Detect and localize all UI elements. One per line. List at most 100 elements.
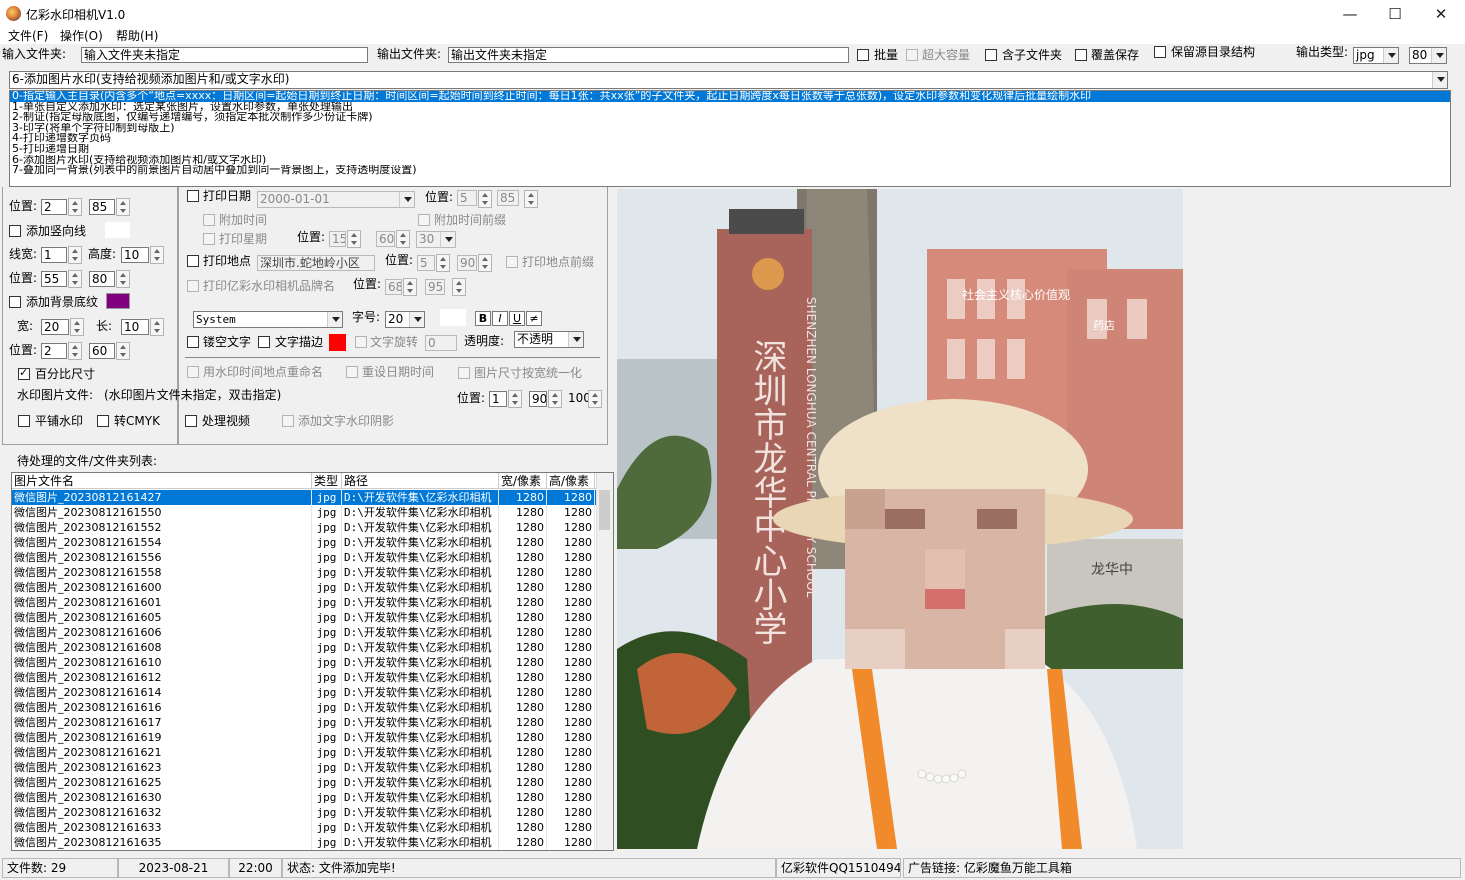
input-folder-field[interactable]: 输入文件夹未指定 [81,47,368,63]
pos1-x-spinner[interactable] [68,198,82,216]
add-time-checkbox[interactable] [203,214,215,226]
large-capacity-checkbox[interactable] [906,49,918,61]
close-icon[interactable]: ✕ [1418,0,1464,28]
col-height[interactable]: 高/像素 [547,473,595,489]
text-color-swatch[interactable] [440,309,466,326]
brand-pos-x-spinner[interactable] [403,278,417,296]
place-prefix-checkbox[interactable] [506,256,518,268]
cmyk-checkbox[interactable] [97,415,109,427]
rotate-checkbox[interactable] [355,336,367,348]
mode-option-6[interactable]: 6-添加图片水印(支持给视频添加图片和/或文字水印) [10,155,1450,166]
table-row[interactable]: 微信图片_20230812161633 jpg D:\开发软件集\亿彩水印相机 128… [12,820,597,835]
table-row[interactable]: 微信图片_20230812161625 jpg D:\开发软件集\亿彩水印相机 128… [12,775,597,790]
wm-pos-x-field[interactable]: 1 [489,391,507,407]
bg-length-field[interactable]: 10 [121,319,149,335]
bg-width-field[interactable]: 20 [41,319,69,335]
date-select[interactable]: 2000-01-01 [257,191,415,208]
pos3-y-spinner[interactable] [116,342,130,360]
time-prefix-checkbox[interactable] [418,214,430,226]
line-height-spinner[interactable] [150,246,164,264]
minimize-icon[interactable]: — [1327,0,1373,28]
date-pos-y-field[interactable]: 85 [497,190,519,206]
table-row[interactable]: 微信图片_20230812161616 jpg D:\开发软件集\亿彩水印相机 128… [12,700,597,715]
wm-scale-field[interactable]: 100 [566,391,588,407]
output-folder-field[interactable]: 输出文件夹未指定 [448,47,849,63]
overwrite-checkbox[interactable] [1075,49,1087,61]
table-row[interactable]: 微信图片_20230812161635 jpg D:\开发软件集\亿彩水印相机 128… [12,835,597,850]
week-pos-a-spinner[interactable] [347,230,361,248]
bg-width-spinner[interactable] [70,318,84,336]
mode-option-5[interactable]: 5-打印递增日期 [10,144,1450,155]
print-week-checkbox[interactable] [203,233,215,245]
line-width-spinner[interactable] [68,246,82,264]
wm-scale-spinner[interactable] [588,390,602,408]
print-brand-checkbox[interactable] [187,280,199,292]
hollow-text-checkbox[interactable] [187,336,199,348]
date-pos-x-spinner[interactable] [478,190,492,208]
bg-pattern-checkbox[interactable] [9,296,21,308]
week-pos-b-field[interactable]: 60 [376,231,395,247]
mode-option-3[interactable]: 3-印字(将单个字符印制到母版上) [10,123,1450,134]
wm-file-value[interactable]: (水印图片文件未指定，双击指定) [104,387,281,403]
status-ad-link[interactable]: 广告链接: 亿彩魔鱼万能工具箱 [903,858,1461,878]
opacity-select[interactable]: 不透明 [514,331,584,348]
menu-operate[interactable]: 操作(O) [60,28,103,44]
tile-checkbox[interactable] [18,415,30,427]
font-select[interactable]: System [193,311,343,328]
brand-pos-y-spinner[interactable] [452,278,466,296]
scrollbar-thumb[interactable] [599,490,610,530]
col-width[interactable]: 宽/像素 [499,473,547,489]
place-pos-y-spinner[interactable] [478,254,492,272]
table-row[interactable]: 微信图片_20230812161601 jpg D:\开发软件集\亿彩水印相机 128… [12,595,597,610]
wm-pos-y-field[interactable]: 90 [529,391,547,407]
table-row[interactable]: 微信图片_20230812161612 jpg D:\开发软件集\亿彩水印相机 128… [12,670,597,685]
pos1-x-field[interactable]: 2 [41,199,67,215]
outline-color-swatch[interactable] [329,334,346,351]
mode-option-7[interactable]: 7-叠加同一背景(列表中的前景图片自动居中叠加到同一背景图上，支持透明度设置) [10,165,1450,176]
place-field[interactable]: 深圳市.蛇地岭小区 [257,255,375,271]
menu-help[interactable]: 帮助(H) [116,28,158,44]
table-row[interactable]: 微信图片_20230812161617 jpg D:\开发软件集\亿彩水印相机 128… [12,715,597,730]
table-row[interactable]: 微信图片_20230812161552 jpg D:\开发软件集\亿彩水印相机 128… [12,520,597,535]
mode-option-2[interactable]: 2-制证(指定母版底图，仅编号递增编号，须指定本批次制作多少份证卡牌) [10,112,1450,123]
reset-date-checkbox[interactable] [346,366,358,378]
pos3-x-field[interactable]: 2 [41,343,67,359]
pos1-y-spinner[interactable] [116,198,130,216]
maximize-icon[interactable]: ☐ [1372,0,1418,28]
batch-checkbox[interactable] [857,49,869,61]
italic-button[interactable]: I [492,311,508,326]
print-date-checkbox[interactable] [187,190,199,202]
week-pos-a-field[interactable]: 15 [329,231,346,247]
pos2-y-field[interactable]: 80 [89,271,115,287]
table-row[interactable]: 微信图片_20230812161621 jpg D:\开发软件集\亿彩水印相机 128… [12,745,597,760]
mode-option-0[interactable]: 0-指定输入主目录(内含多个“地点=xxxx：日期区间=起始日期到终止日期：时间… [10,91,1450,102]
table-row[interactable]: 微信图片_20230812161610 jpg D:\开发软件集\亿彩水印相机 128… [12,655,597,670]
outline-checkbox[interactable] [258,336,270,348]
table-row[interactable]: 微信图片_20230812161427 jpg D:\开发软件集\亿彩水印相机 128… [12,490,597,505]
quality-select[interactable]: 80 [1409,47,1447,64]
rotate-field[interactable]: 0 [425,335,457,351]
bg-color-swatch[interactable] [106,293,130,309]
bold-button[interactable]: B [475,311,491,326]
video-checkbox[interactable] [185,415,197,427]
file-list-table[interactable]: 图片文件名 类型 路径 宽/像素 高/像素 微信图片_2023081216142… [11,472,614,851]
pos2-y-spinner[interactable] [116,270,130,288]
place-pos-x-field[interactable]: 5 [417,255,435,271]
shadow-checkbox[interactable] [282,415,294,427]
normalize-checkbox[interactable] [458,367,470,379]
strikeout-button[interactable]: ≠ [526,311,542,326]
week-pos-b-spinner[interactable] [396,230,410,248]
line-height-field[interactable]: 10 [121,247,149,263]
date-pos-y-spinner[interactable] [524,190,538,208]
underline-button[interactable]: U [509,311,525,326]
table-row[interactable]: 微信图片_20230812161556 jpg D:\开发软件集\亿彩水印相机 128… [12,550,597,565]
print-place-checkbox[interactable] [187,255,199,267]
col-filename[interactable]: 图片文件名 [12,473,312,489]
table-row[interactable]: 微信图片_20230812161608 jpg D:\开发软件集\亿彩水印相机 128… [12,640,597,655]
table-row[interactable]: 微信图片_20230812161550 jpg D:\开发软件集\亿彩水印相机 128… [12,505,597,520]
vline-checkbox[interactable] [9,225,21,237]
subfolder-checkbox[interactable] [985,49,997,61]
table-row[interactable]: 微信图片_20230812161606 jpg D:\开发软件集\亿彩水印相机 128… [12,625,597,640]
wm-pos-x-spinner[interactable] [508,390,522,408]
pos3-y-field[interactable]: 60 [89,343,115,359]
